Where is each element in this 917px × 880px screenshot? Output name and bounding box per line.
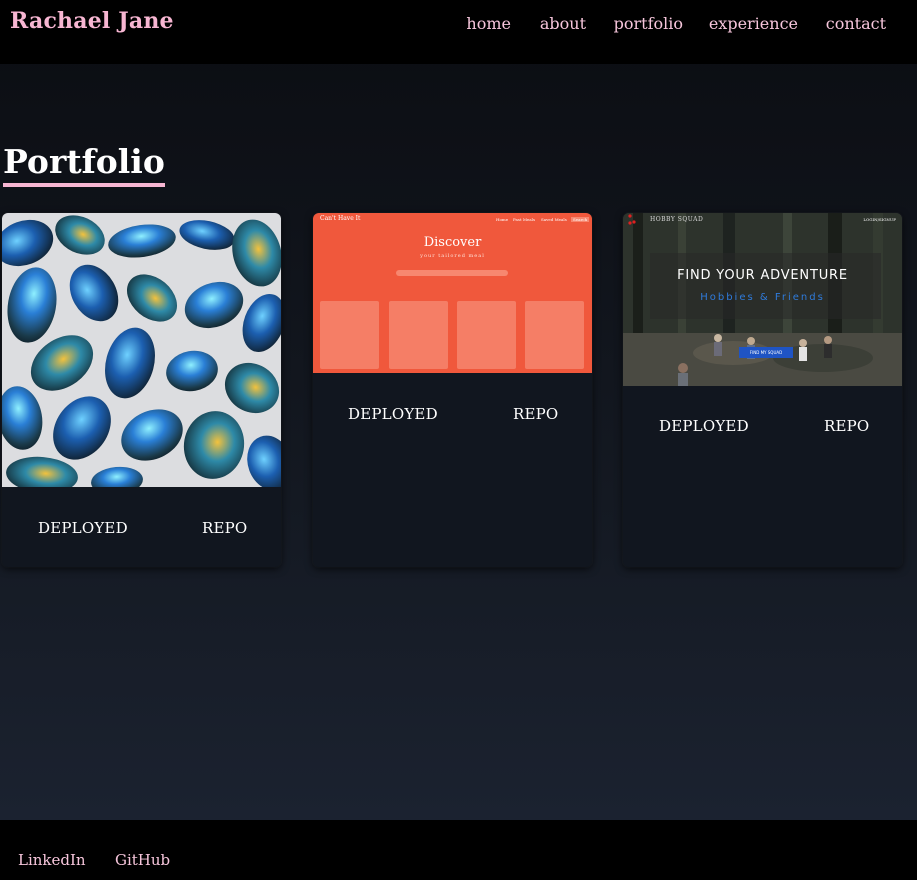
project-image (2, 213, 281, 487)
screenshot-title: Discover (423, 235, 482, 250)
project-card: Can't Have It Home Past Meals Saved Meal… (313, 213, 592, 567)
screenshot-subtitle: Hobbies & Friends (700, 292, 825, 303)
nav-contact[interactable]: contact (826, 14, 886, 33)
site-header: Rachael Jane home about portfolio experi… (0, 0, 917, 64)
screenshot-search (396, 270, 508, 276)
project-image: Can't Have It Home Past Meals Saved Meal… (313, 213, 592, 373)
deployed-link[interactable]: DEPLOYED (348, 405, 438, 423)
screenshot-login: LOGIN/SIGNUP (863, 217, 896, 222)
screenshot-title: FIND YOUR ADVENTURE (677, 268, 848, 283)
screenshot-feature-card (389, 301, 448, 369)
project-links: DEPLOYED REPO (2, 519, 281, 543)
project-card: HOBBY SQUAD LOGIN/SIGNUP FIND YOUR ADVEN… (623, 213, 902, 567)
nav-experience[interactable]: experience (709, 14, 798, 33)
nav-home[interactable]: home (466, 14, 511, 33)
screenshot-brand: Can't Have It (320, 215, 361, 222)
screenshot-feature-card (525, 301, 584, 369)
portfolio-title: Portfolio (3, 142, 165, 187)
screenshot-nav-item: Saved Meals (541, 217, 567, 222)
deployed-link[interactable]: DEPLOYED (38, 519, 128, 537)
screenshot-brand: HOBBY SQUAD (650, 216, 704, 223)
screenshot-subtitle: your tailored meal (420, 253, 485, 259)
nav-about[interactable]: about (540, 14, 586, 33)
deployed-link[interactable]: DEPLOYED (659, 417, 749, 435)
screenshot-feature-card (457, 301, 516, 369)
site-footer: LinkedIn GitHub (0, 820, 917, 880)
footer-linkedin-link[interactable]: LinkedIn (18, 851, 86, 869)
repo-link[interactable]: REPO (513, 405, 558, 423)
project-links: DEPLOYED REPO (623, 417, 902, 441)
labradorite-stones-image (2, 215, 281, 487)
project-image: HOBBY SQUAD LOGIN/SIGNUP FIND YOUR ADVEN… (623, 213, 902, 386)
project-card: DEPLOYED REPO (2, 213, 281, 567)
repo-link[interactable]: REPO (824, 417, 869, 435)
site-brand[interactable]: Rachael Jane (10, 8, 174, 34)
screenshot-hero-box (650, 253, 881, 319)
screenshot-nav-item: Search (571, 217, 590, 222)
screenshot-feature-card (320, 301, 379, 369)
project-links: DEPLOYED REPO (313, 405, 592, 429)
screenshot-nav-item: Past Meals (513, 217, 536, 222)
screenshot-nav-item: Home (496, 217, 509, 222)
nav-portfolio[interactable]: portfolio (614, 14, 683, 33)
repo-link[interactable]: REPO (202, 519, 247, 537)
footer-github-link[interactable]: GitHub (115, 851, 170, 869)
screenshot-button: FIND MY SQUAD (739, 347, 793, 358)
